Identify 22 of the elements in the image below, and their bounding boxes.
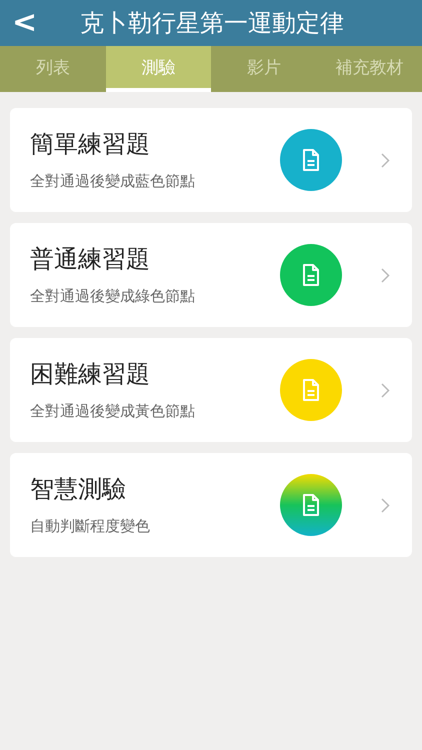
quiz-title: 智慧測驗 xyxy=(30,476,127,500)
quiz-title: 困難練習題 xyxy=(30,362,151,386)
quiz-title: 普通練習題 xyxy=(30,246,151,270)
quiz-card[interactable]: 困難練習題 全對通過後變成黃色節點 xyxy=(10,338,412,442)
quiz-card[interactable]: 智慧測驗 自動判斷程度變色 xyxy=(10,453,412,557)
page-title: 克卜勒行星第一運動定律 xyxy=(80,8,344,39)
document-icon xyxy=(301,494,321,516)
quiz-subtitle: 全對通過後變成綠色節點 xyxy=(30,288,196,304)
quiz-card[interactable]: 普通練習題 全對通過後變成綠色節點 xyxy=(10,223,412,327)
quiz-card[interactable]: 簡單練習題 全對通過後變成藍色節點 xyxy=(10,108,412,212)
quiz-subtitle: 全對通過後變成黃色節點 xyxy=(30,404,196,418)
chevron-right-icon xyxy=(381,152,390,168)
chevron-right-icon xyxy=(381,268,390,282)
quiz-subtitle: 自動判斷程度變色 xyxy=(30,518,151,534)
chevron-right-icon xyxy=(381,498,390,512)
back-button[interactable]: < xyxy=(12,8,44,38)
document-icon xyxy=(301,149,321,171)
document-icon xyxy=(301,379,321,401)
quiz-title: 簡單練習題 xyxy=(30,132,151,156)
chevron-right-icon xyxy=(381,382,390,398)
quiz-subtitle: 全對通過後變成藍色節點 xyxy=(30,174,196,188)
document-icon xyxy=(301,264,321,286)
